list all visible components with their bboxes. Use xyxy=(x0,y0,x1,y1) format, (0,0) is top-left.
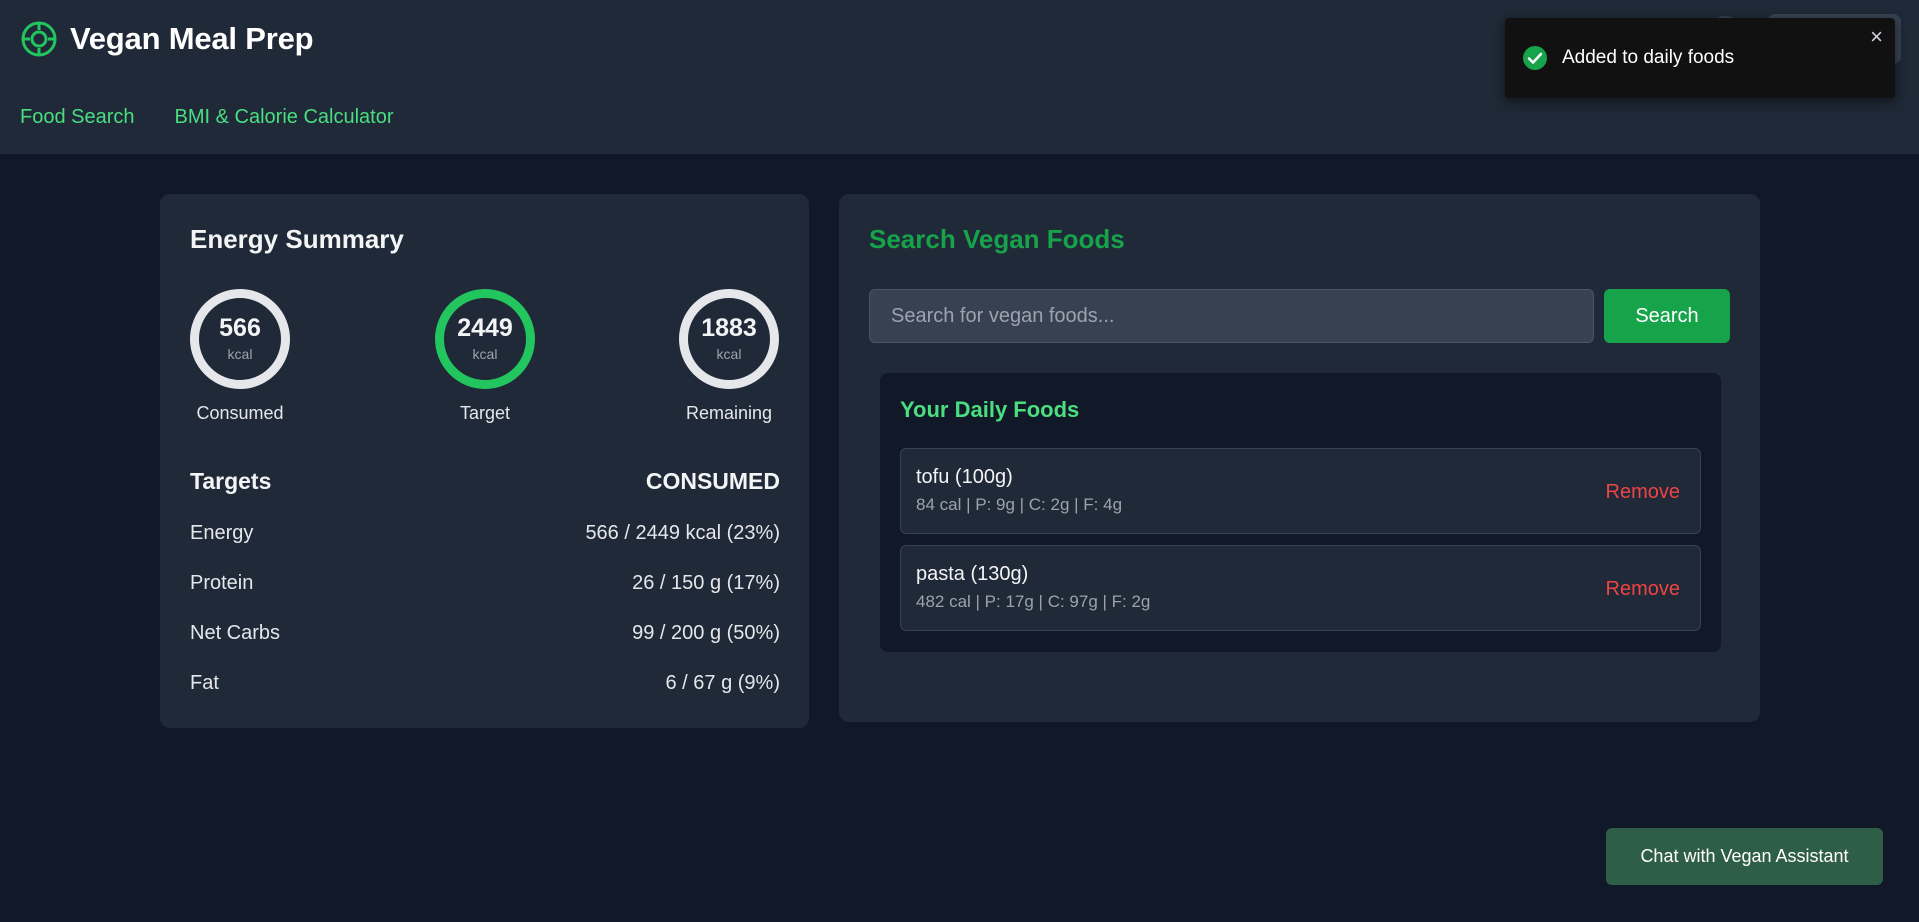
ring-circle: 566 kcal xyxy=(190,289,290,389)
food-macros: 84 cal | P: 9g | C: 2g | F: 4g xyxy=(916,495,1123,514)
ring-value: 566 xyxy=(219,314,261,342)
search-card: Search Vegan Foods Search Your Daily Foo… xyxy=(839,194,1760,722)
target-row-energy: Energy 566 / 2449 kcal (23%) xyxy=(190,522,780,545)
main-nav: Food Search BMI & Calorie Calculator xyxy=(20,106,393,129)
ring-value: 2449 xyxy=(457,314,513,342)
close-icon[interactable]: × xyxy=(1870,26,1883,48)
list-item: tofu (100g) 84 cal | P: 9g | C: 2g | F: … xyxy=(900,448,1701,534)
chat-assistant-button[interactable]: Chat with Vegan Assistant xyxy=(1606,828,1883,885)
target-row-protein: Protein 26 / 150 g (17%) xyxy=(190,572,780,595)
energy-summary-card: Energy Summary 566 kcal Consumed 2449 kc… xyxy=(160,194,809,728)
daily-foods-title: Your Daily Foods xyxy=(900,397,1080,422)
target-name: Fat xyxy=(190,672,219,694)
target-name: Protein xyxy=(190,572,254,594)
ring-circle: 1883 kcal xyxy=(679,289,779,389)
targets-heading: Targets xyxy=(190,468,272,494)
remove-button[interactable]: Remove xyxy=(1606,578,1680,601)
target-ring: 2449 kcal Target xyxy=(430,289,540,424)
target-logo-icon xyxy=(21,21,57,57)
ring-unit: kcal xyxy=(716,346,742,362)
food-name: pasta (130g) xyxy=(916,563,1029,585)
ring-label: Remaining xyxy=(685,403,773,423)
consumed-ring: 566 kcal Consumed xyxy=(185,289,295,424)
target-value: 26 / 150 g (17%) xyxy=(632,572,780,594)
target-row-fat: Fat 6 / 67 g (9%) xyxy=(190,672,780,695)
nav-bmi-calculator[interactable]: BMI & Calorie Calculator xyxy=(175,106,394,129)
target-value: 6 / 67 g (9%) xyxy=(665,672,780,694)
remove-button[interactable]: Remove xyxy=(1606,481,1680,504)
targets-header: Targets CONSUMED xyxy=(190,468,780,495)
target-value: 566 / 2449 kcal (23%) xyxy=(585,522,780,544)
search-input[interactable] xyxy=(869,289,1594,343)
food-name: tofu (100g) xyxy=(916,466,1013,488)
brand[interactable]: Vegan Meal Prep xyxy=(20,20,314,58)
ring-label: Consumed xyxy=(196,403,284,423)
list-item: pasta (130g) 482 cal | P: 17g | C: 97g |… xyxy=(900,545,1701,631)
ring-unit: kcal xyxy=(472,346,498,362)
check-circle-icon xyxy=(1523,46,1547,70)
app-title: Vegan Meal Prep xyxy=(70,21,314,56)
ring-value: 1883 xyxy=(701,314,757,342)
target-value: 99 / 200 g (50%) xyxy=(632,622,780,644)
energy-summary-title: Energy Summary xyxy=(190,224,404,254)
target-name: Energy xyxy=(190,522,254,544)
target-name: Net Carbs xyxy=(190,622,281,644)
remaining-ring: 1883 kcal Remaining xyxy=(674,289,784,424)
toast-notification: Added to daily foods × xyxy=(1505,18,1895,98)
toast-message: Added to daily foods xyxy=(1562,47,1735,68)
daily-foods-panel: Your Daily Foods tofu (100g) 84 cal | P:… xyxy=(880,373,1721,652)
ring-label: Target xyxy=(459,403,511,423)
food-macros: 482 cal | P: 17g | C: 97g | F: 2g xyxy=(916,592,1151,611)
target-row-net-carbs: Net Carbs 99 / 200 g (50%) xyxy=(190,622,780,645)
nav-food-search[interactable]: Food Search xyxy=(20,106,135,129)
search-title: Search Vegan Foods xyxy=(869,224,1125,254)
search-button[interactable]: Search xyxy=(1604,289,1730,343)
consumed-heading: CONSUMED xyxy=(645,468,780,494)
ring-unit: kcal xyxy=(227,346,253,362)
ring-circle: 2449 kcal xyxy=(435,289,535,389)
